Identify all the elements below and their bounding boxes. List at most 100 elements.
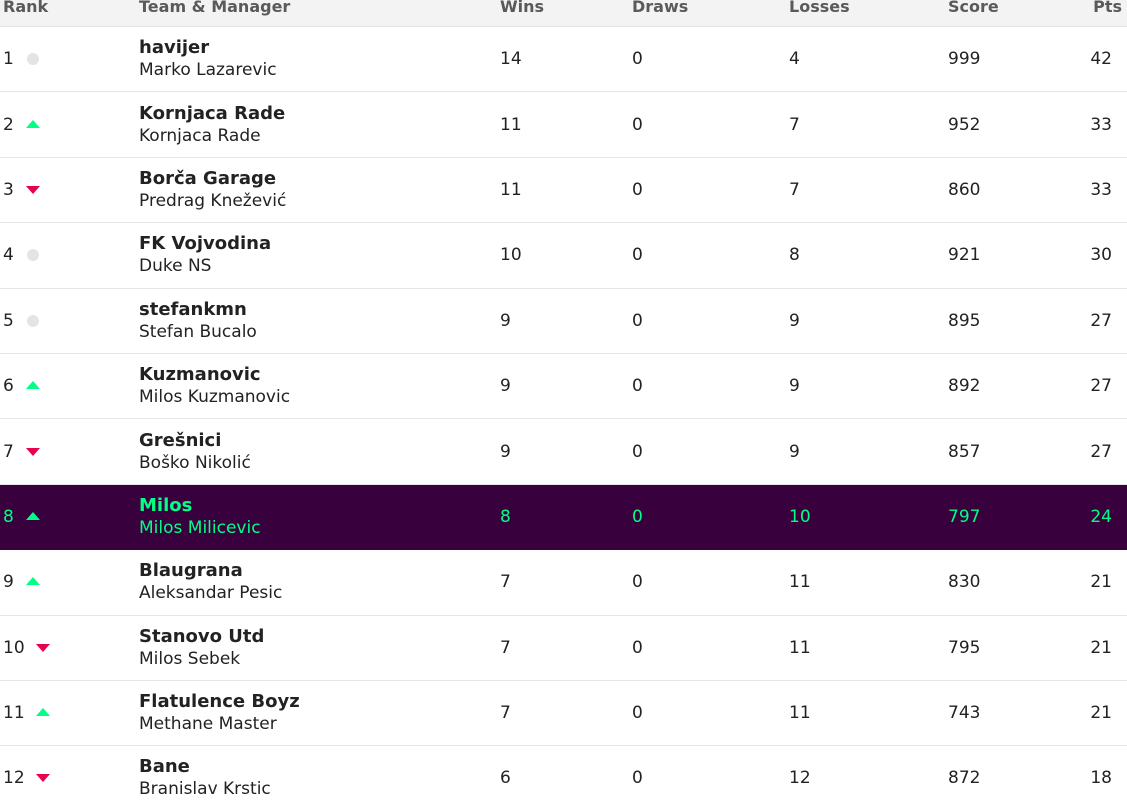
pts-value: 27: [1090, 310, 1112, 331]
score-value: 857: [948, 441, 981, 462]
team-name-link[interactable]: Blaugrana: [139, 559, 282, 582]
team-manager-cell: havijer Marko Lazarevic: [139, 36, 277, 82]
team-manager-cell: Kuzmanovic Milos Kuzmanovic: [139, 363, 290, 409]
header-pts[interactable]: Pts: [1093, 0, 1122, 16]
rank-value: 9: [3, 572, 14, 593]
rank-down-icon: [26, 183, 40, 197]
rank-value: 3: [3, 179, 14, 200]
rank-down-icon: [36, 641, 50, 655]
draws-value: 0: [632, 114, 643, 135]
team-manager-cell: FK Vojvodina Duke NS: [139, 232, 271, 278]
rank-value: 8: [3, 506, 14, 527]
manager-name: Milos Sebek: [139, 648, 241, 669]
team-name-link[interactable]: stefankmn: [139, 298, 257, 321]
table-row[interactable]: 1 havijer Marko Lazarevic 14 0 4 999 42: [0, 27, 1127, 93]
table-row[interactable]: 2 Kornjaca Rade Kornjaca Rade 11 0 7 952 33: [0, 92, 1127, 158]
draws-value: 0: [632, 179, 643, 200]
rank-value: 11: [3, 703, 25, 724]
header-team-manager[interactable]: Team & Manager: [139, 0, 290, 16]
table-row[interactable]: 5 stefankmn Stefan Bucalo 9 0 9 895 27: [0, 288, 1127, 354]
draws-value: 0: [632, 376, 643, 397]
table-row[interactable]: 7 Grešnici Boško Nikolić 9 0 9 857 27: [0, 419, 1127, 485]
standings-table: Rank Team & Manager Wins Draws Losses Sc…: [0, 0, 1127, 800]
team-name-link[interactable]: Bane: [139, 755, 271, 778]
manager-name: Milos Milicevic: [139, 517, 261, 538]
score-value: 999: [948, 49, 981, 70]
team-manager-cell: Stanovo Utd Milos Sebek: [139, 625, 264, 671]
score-value: 797: [948, 506, 981, 527]
table-row[interactable]: 9 Blaugrana Aleksandar Pesic 7 0 11 830 21: [0, 550, 1127, 616]
table-header: Rank Team & Manager Wins Draws Losses Sc…: [0, 0, 1127, 27]
rank-up-icon: [26, 118, 40, 132]
manager-name: Duke NS: [139, 256, 212, 277]
score-value: 921: [948, 245, 981, 266]
wins-value: 7: [500, 703, 511, 724]
table-row[interactable]: 11 Flatulence Boyz Methane Master 7 0 11 743 21: [0, 680, 1127, 747]
team-name-link[interactable]: Kuzmanovic: [139, 363, 290, 386]
manager-name: Methane Master: [139, 714, 277, 735]
table-row[interactable]: 3 Borča Garage Predrag Knežević 11 0 7 860 33: [0, 157, 1127, 224]
manager-name: Milos Kuzmanovic: [139, 387, 291, 408]
team-manager-cell: Blaugrana Aleksandar Pesic: [139, 559, 282, 605]
pts-value: 21: [1090, 703, 1112, 724]
table-row[interactable]: 6 Kuzmanovic Milos Kuzmanovic 9 0 9 892 27: [0, 353, 1127, 420]
pts-value: 42: [1090, 49, 1112, 70]
draws-value: 0: [632, 637, 643, 658]
rank-down-icon: [36, 771, 50, 785]
table-row[interactable]: 8 Milos Milos Milicevic 8 0 10 797 24: [0, 484, 1127, 551]
rank-value: 1: [3, 49, 14, 70]
wins-value: 9: [500, 310, 511, 331]
team-manager-cell: Flatulence Boyz Methane Master: [139, 690, 300, 736]
team-name-link[interactable]: FK Vojvodina: [139, 232, 271, 255]
header-losses[interactable]: Losses: [789, 0, 850, 16]
header-draws[interactable]: Draws: [632, 0, 688, 16]
manager-name: Stefan Bucalo: [139, 321, 257, 342]
header-wins[interactable]: Wins: [500, 0, 544, 16]
table-row[interactable]: 12 Bane Branislav Krstic 6 0 12 872 18: [0, 746, 1127, 800]
header-score[interactable]: Score: [948, 0, 999, 16]
header-rank[interactable]: Rank: [3, 0, 48, 16]
team-name-link[interactable]: Grešnici: [139, 429, 251, 452]
team-name-link[interactable]: havijer: [139, 36, 277, 59]
losses-value: 4: [789, 49, 800, 70]
losses-value: 11: [789, 703, 811, 724]
team-name-link[interactable]: Stanovo Utd: [139, 625, 264, 648]
rank-value: 2: [3, 114, 14, 135]
draws-value: 0: [632, 506, 643, 527]
team-name-link[interactable]: Milos: [139, 494, 261, 517]
rank-value: 6: [3, 376, 14, 397]
manager-name: Kornjaca Rade: [139, 125, 261, 146]
rank-up-icon: [26, 510, 40, 524]
score-value: 830: [948, 572, 981, 593]
draws-value: 0: [632, 245, 643, 266]
team-name-link[interactable]: Kornjaca Rade: [139, 102, 285, 125]
wins-value: 9: [500, 376, 511, 397]
table-row[interactable]: 10 Stanovo Utd Milos Sebek 7 0 11 795 21: [0, 615, 1127, 681]
losses-value: 11: [789, 637, 811, 658]
draws-value: 0: [632, 572, 643, 593]
pts-value: 21: [1090, 637, 1112, 658]
rank-value: 7: [3, 441, 14, 462]
losses-value: 7: [789, 114, 800, 135]
team-manager-cell: Borča Garage Predrag Knežević: [139, 167, 286, 213]
table-body: 1 havijer Marko Lazarevic 14 0 4 999 42 2 Kornjac…: [0, 27, 1127, 800]
losses-value: 12: [789, 768, 811, 789]
score-value: 895: [948, 310, 981, 331]
rank-unchanged-icon: [26, 248, 40, 262]
losses-value: 9: [789, 310, 800, 331]
rank-value: 10: [3, 637, 25, 658]
score-value: 872: [948, 768, 981, 789]
team-name-link[interactable]: Flatulence Boyz: [139, 690, 300, 713]
rank-up-icon: [26, 379, 40, 393]
score-value: 892: [948, 376, 981, 397]
wins-value: 9: [500, 441, 511, 462]
rank-unchanged-icon: [26, 314, 40, 328]
pts-value: 27: [1090, 441, 1112, 462]
pts-value: 18: [1090, 768, 1112, 789]
team-name-link[interactable]: Borča Garage: [139, 167, 286, 190]
team-manager-cell: Kornjaca Rade Kornjaca Rade: [139, 102, 285, 148]
score-value: 952: [948, 114, 981, 135]
rank-value: 12: [3, 768, 25, 789]
draws-value: 0: [632, 703, 643, 724]
table-row[interactable]: 4 FK Vojvodina Duke NS 10 0 8 921 30: [0, 223, 1127, 289]
